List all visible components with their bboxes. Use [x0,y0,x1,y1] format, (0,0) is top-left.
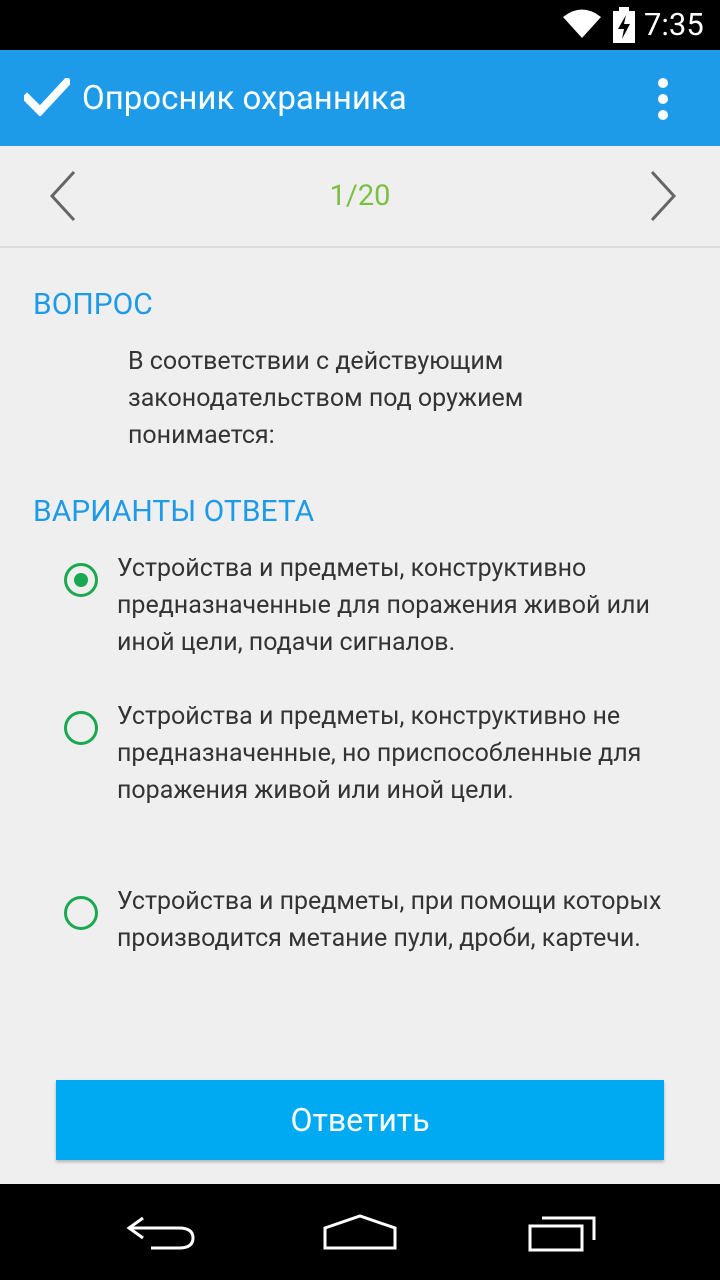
checkmark-icon [24,78,70,116]
radio-button[interactable] [64,896,98,930]
app-title: Опросник охранника [82,79,407,118]
answers-heading: ВАРИАНТЫ ОТВЕТА [33,494,315,529]
radio-button-selected[interactable] [64,563,98,597]
answer-option-3[interactable]: Устройства и предметы, при помощи которы… [60,883,680,995]
battery-charging-icon [613,7,635,43]
question-heading: ВОПРОС [33,287,153,322]
answer-button[interactable]: Ответить [56,1080,664,1160]
system-navigation-bar [0,1184,720,1280]
answer-label: Устройства и предметы, при помощи которы… [117,887,662,953]
action-bar: Опросник охранника [0,50,720,146]
chevron-left-icon[interactable] [40,168,86,224]
answer-option-2[interactable]: Устройства и предметы, конструктивно не … [60,698,680,848]
back-icon[interactable] [115,1206,205,1256]
chevron-right-icon[interactable] [640,168,686,224]
status-time: 7:35 [644,6,704,43]
answer-label: Устройства и предметы, конструктивно не … [117,702,642,805]
answer-option-1[interactable]: Устройства и предметы, конструктивно пре… [60,550,680,662]
question-text: В соответствии с действующим законодател… [128,347,524,450]
question-counter: 1/20 [329,179,391,213]
overflow-menu-icon[interactable] [640,72,688,126]
status-bar: 7:35 [0,0,720,50]
question-pager: 1/20 [0,146,720,248]
recents-icon[interactable] [518,1206,608,1256]
wifi-icon [563,9,601,38]
home-icon[interactable] [315,1206,405,1256]
answer-label: Устройства и предметы, конструктивно пре… [117,554,650,657]
radio-button[interactable] [64,711,98,745]
